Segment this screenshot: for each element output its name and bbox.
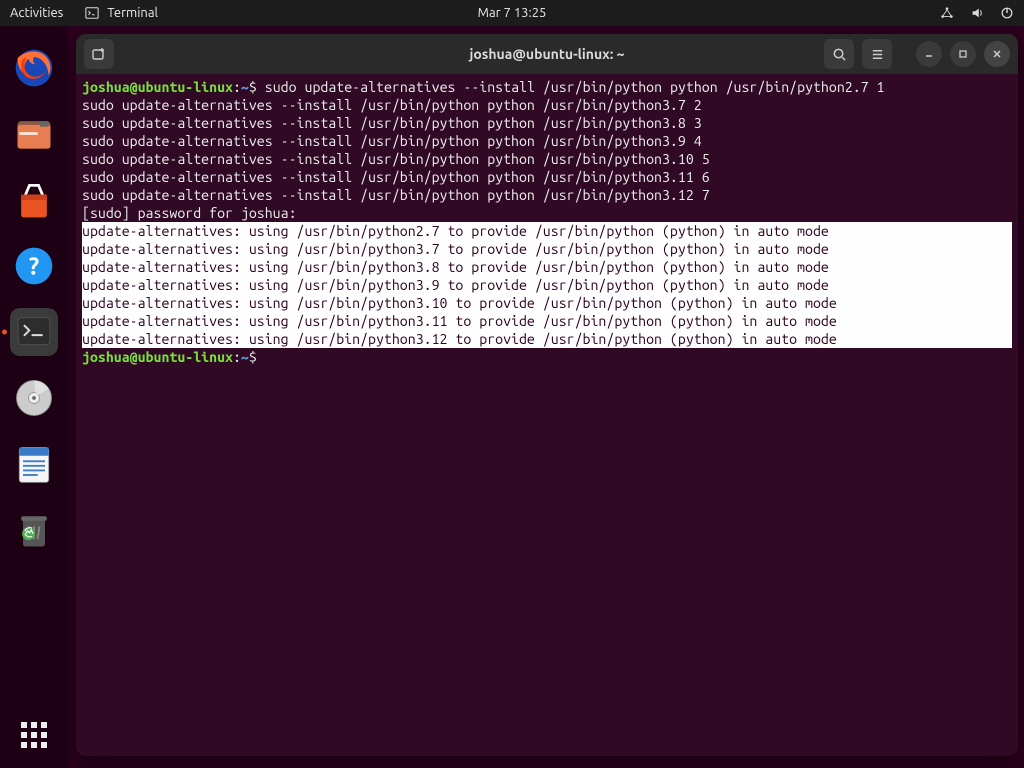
command-line: sudo update-alternatives --install /usr/… xyxy=(82,133,702,149)
command-line: sudo update-alternatives --install /usr/… xyxy=(82,97,702,113)
terminal-window: joshua@ubuntu-linux: ~ joshua@ubuntu-lin… xyxy=(76,34,1018,756)
hamburger-menu-button[interactable] xyxy=(862,39,892,69)
highlighted-output: update-alternatives: using /usr/bin/pyth… xyxy=(82,222,1012,348)
apps-grid-icon xyxy=(21,722,47,748)
prompt-path: ~ xyxy=(241,79,249,95)
search-button[interactable] xyxy=(824,39,854,69)
running-indicator-icon xyxy=(2,330,7,335)
output-line: update-alternatives: using /usr/bin/pyth… xyxy=(82,331,837,347)
new-tab-button[interactable] xyxy=(84,39,114,69)
dock-trash[interactable] xyxy=(10,506,58,554)
show-applications[interactable] xyxy=(0,722,68,748)
dock-help[interactable]: ? xyxy=(10,242,58,290)
close-button[interactable] xyxy=(984,41,1010,67)
dock-text-editor[interactable] xyxy=(10,440,58,488)
active-app-menu[interactable]: Terminal xyxy=(85,6,158,20)
top-panel: Activities Terminal Mar 7 13:25 xyxy=(0,0,1024,26)
output-line: update-alternatives: using /usr/bin/pyth… xyxy=(82,241,829,257)
dock-firefox[interactable] xyxy=(10,44,58,92)
command-line: sudo update-alternatives --install /usr/… xyxy=(82,115,702,131)
titlebar[interactable]: joshua@ubuntu-linux: ~ xyxy=(76,34,1018,74)
output-line: update-alternatives: using /usr/bin/pyth… xyxy=(82,277,829,293)
terminal-icon xyxy=(85,6,99,20)
command-line: sudo update-alternatives --install /usr/… xyxy=(82,169,710,185)
prompt-path: ~ xyxy=(241,349,249,365)
prompt-user: joshua@ubuntu-linux xyxy=(82,79,233,95)
maximize-button[interactable] xyxy=(950,41,976,67)
svg-text:?: ? xyxy=(29,252,39,279)
dock-files[interactable] xyxy=(10,110,58,158)
active-app-label: Terminal xyxy=(107,6,158,20)
output-line: update-alternatives: using /usr/bin/pyth… xyxy=(82,295,837,311)
terminal-body[interactable]: joshua@ubuntu-linux:~$ sudo update-alter… xyxy=(76,74,1018,756)
command-line: sudo update-alternatives --install /usr/… xyxy=(82,187,710,203)
command-line: sudo update-alternatives --install /usr/… xyxy=(265,79,885,95)
command-line: sudo update-alternatives --install /usr/… xyxy=(82,151,710,167)
prompt-user: joshua@ubuntu-linux xyxy=(82,349,233,365)
activities-button[interactable]: Activities xyxy=(10,6,63,20)
dock-terminal[interactable] xyxy=(10,308,58,356)
output-line: update-alternatives: using /usr/bin/pyth… xyxy=(82,259,829,275)
clock[interactable]: Mar 7 13:25 xyxy=(478,6,547,20)
volume-icon[interactable] xyxy=(970,6,984,20)
power-icon[interactable] xyxy=(1000,6,1014,20)
minimize-button[interactable] xyxy=(916,41,942,67)
dock-software[interactable] xyxy=(10,176,58,224)
dock-disc[interactable] xyxy=(10,374,58,422)
network-icon[interactable] xyxy=(940,6,954,20)
dock: ? xyxy=(0,26,68,768)
sudo-prompt: [sudo] password for joshua: xyxy=(82,205,297,221)
window-title: joshua@ubuntu-linux: ~ xyxy=(469,46,624,62)
output-line: update-alternatives: using /usr/bin/pyth… xyxy=(82,313,837,329)
output-line: update-alternatives: using /usr/bin/pyth… xyxy=(82,223,829,239)
